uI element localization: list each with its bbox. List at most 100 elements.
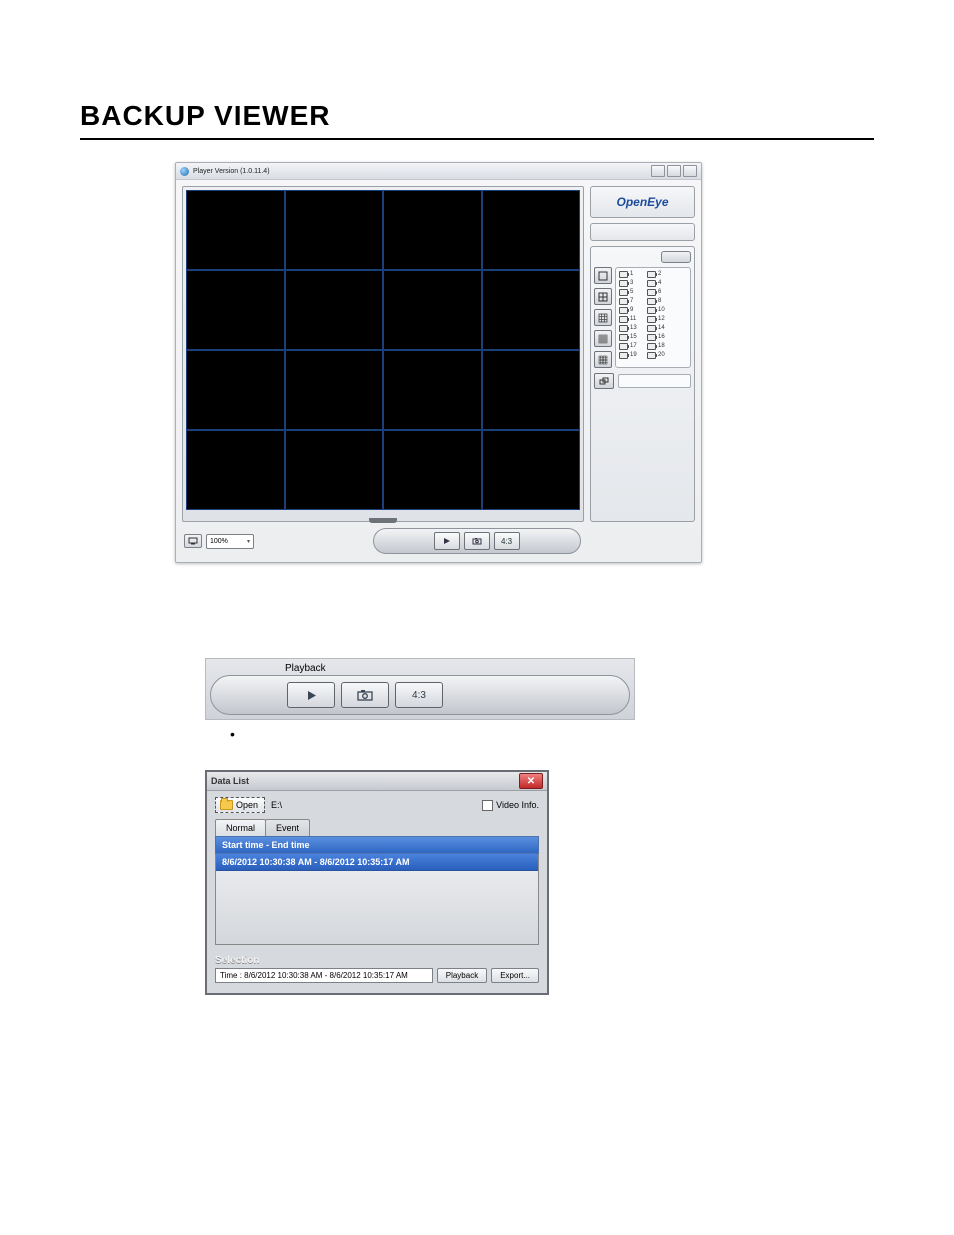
grid-5x5-icon xyxy=(598,355,608,365)
camera-icon xyxy=(647,271,656,278)
dialog-close-button[interactable]: ✕ xyxy=(519,773,543,789)
camera-item-12[interactable]: 12 xyxy=(647,315,669,324)
camera-item-18[interactable]: 18 xyxy=(647,342,669,351)
camera-number: 6 xyxy=(658,288,661,297)
camera-number: 5 xyxy=(630,288,633,297)
video-cell[interactable] xyxy=(186,270,285,350)
camera-item-11[interactable]: 11 xyxy=(619,315,641,324)
camera-icon xyxy=(619,271,628,278)
list-row[interactable]: 8/6/2012 10:30:38 AM - 8/6/2012 10:35:17… xyxy=(216,854,538,871)
layout-1-button[interactable] xyxy=(594,267,612,284)
camera-icon xyxy=(619,316,628,323)
camera-icon xyxy=(647,343,656,350)
camera-item-14[interactable]: 14 xyxy=(647,324,669,333)
zoom-select[interactable]: 100% xyxy=(206,534,254,549)
camera-item-7[interactable]: 7 xyxy=(619,297,641,306)
video-grid xyxy=(186,190,580,510)
maximize-button[interactable] xyxy=(667,165,681,177)
title-bar: Player Version (1.0.11.4) xyxy=(176,163,701,180)
camera-item-2[interactable]: 2 xyxy=(647,270,669,279)
aspect-ratio-button[interactable]: 4:3 xyxy=(395,682,443,708)
video-cell[interactable] xyxy=(482,270,581,350)
export-button[interactable]: Export... xyxy=(491,968,539,983)
close-icon: ✕ xyxy=(527,776,535,787)
camera-number: 3 xyxy=(630,279,633,288)
video-cell[interactable] xyxy=(383,270,482,350)
camera-icon xyxy=(647,316,656,323)
camera-icon xyxy=(619,334,628,341)
layout-9-button[interactable] xyxy=(594,309,612,326)
camera-number: 19 xyxy=(630,351,637,360)
close-button[interactable] xyxy=(683,165,697,177)
camera-number: 18 xyxy=(658,342,665,351)
minimize-button[interactable] xyxy=(651,165,665,177)
eject-button[interactable] xyxy=(661,251,691,263)
sequence-button[interactable] xyxy=(594,373,614,389)
video-cell[interactable] xyxy=(186,190,285,270)
play-icon xyxy=(306,690,317,701)
camera-item-3[interactable]: 3 xyxy=(619,279,641,288)
camera-item-13[interactable]: 13 xyxy=(619,324,641,333)
video-info-checkbox[interactable]: Video Info. xyxy=(482,800,539,811)
video-cell[interactable] xyxy=(186,350,285,430)
layout-25-button[interactable] xyxy=(594,351,612,368)
video-cell[interactable] xyxy=(186,430,285,510)
video-cell[interactable] xyxy=(285,190,384,270)
camera-panel: 1234567891011121314151617181920 xyxy=(590,246,695,522)
open-button[interactable]: Open xyxy=(215,797,265,813)
playback-button[interactable]: Playback xyxy=(437,968,487,983)
camera-item-19[interactable]: 19 xyxy=(619,351,641,360)
video-cell[interactable] xyxy=(482,190,581,270)
video-area xyxy=(182,186,584,522)
single-view-icon xyxy=(598,271,608,281)
camera-readout xyxy=(618,374,691,388)
video-cell[interactable] xyxy=(383,430,482,510)
fit-screen-button[interactable] xyxy=(184,534,202,548)
camera-number: 13 xyxy=(630,324,637,333)
status-readout xyxy=(590,223,695,241)
tab-normal[interactable]: Normal xyxy=(215,819,266,836)
camera-item-17[interactable]: 17 xyxy=(619,342,641,351)
video-cell[interactable] xyxy=(482,350,581,430)
camera-number: 11 xyxy=(630,315,636,324)
resize-handle[interactable] xyxy=(186,510,580,518)
play-button[interactable] xyxy=(434,532,460,550)
camera-number: 15 xyxy=(630,333,637,342)
video-cell[interactable] xyxy=(285,270,384,350)
camera-item-20[interactable]: 20 xyxy=(647,351,669,360)
camera-number: 2 xyxy=(658,270,661,279)
window-title: Player Version (1.0.11.4) xyxy=(193,168,651,175)
camera-icon xyxy=(647,289,656,296)
play-button[interactable] xyxy=(287,682,335,708)
tab-event[interactable]: Event xyxy=(265,819,310,836)
camera-icon xyxy=(619,343,628,350)
layout-4-button[interactable] xyxy=(594,288,612,305)
app-icon xyxy=(180,167,189,176)
camera-item-4[interactable]: 4 xyxy=(647,279,669,288)
sequence-icon xyxy=(599,376,609,386)
camera-item-10[interactable]: 10 xyxy=(647,306,669,315)
camera-number: 17 xyxy=(630,342,637,351)
aspect-ratio-button[interactable]: 4:3 xyxy=(494,532,520,550)
camera-item-1[interactable]: 1 xyxy=(619,270,641,279)
camera-item-8[interactable]: 8 xyxy=(647,297,669,306)
camera-item-6[interactable]: 6 xyxy=(647,288,669,297)
video-cell[interactable] xyxy=(482,430,581,510)
camera-item-16[interactable]: 16 xyxy=(647,333,669,342)
grid-4x4-icon xyxy=(598,334,608,344)
layout-16-button[interactable] xyxy=(594,330,612,347)
video-cell[interactable] xyxy=(383,350,482,430)
camera-item-9[interactable]: 9 xyxy=(619,306,641,315)
camera-icon xyxy=(472,537,482,545)
camera-number: 4 xyxy=(658,279,661,288)
camera-number: 14 xyxy=(658,324,665,333)
video-cell[interactable] xyxy=(285,430,384,510)
video-cell[interactable] xyxy=(285,350,384,430)
snapshot-button[interactable] xyxy=(341,682,389,708)
camera-item-15[interactable]: 15 xyxy=(619,333,641,342)
snapshot-button[interactable] xyxy=(464,532,490,550)
camera-item-5[interactable]: 5 xyxy=(619,288,641,297)
camera-number: 16 xyxy=(658,333,665,342)
camera-icon xyxy=(647,352,656,359)
video-cell[interactable] xyxy=(383,190,482,270)
